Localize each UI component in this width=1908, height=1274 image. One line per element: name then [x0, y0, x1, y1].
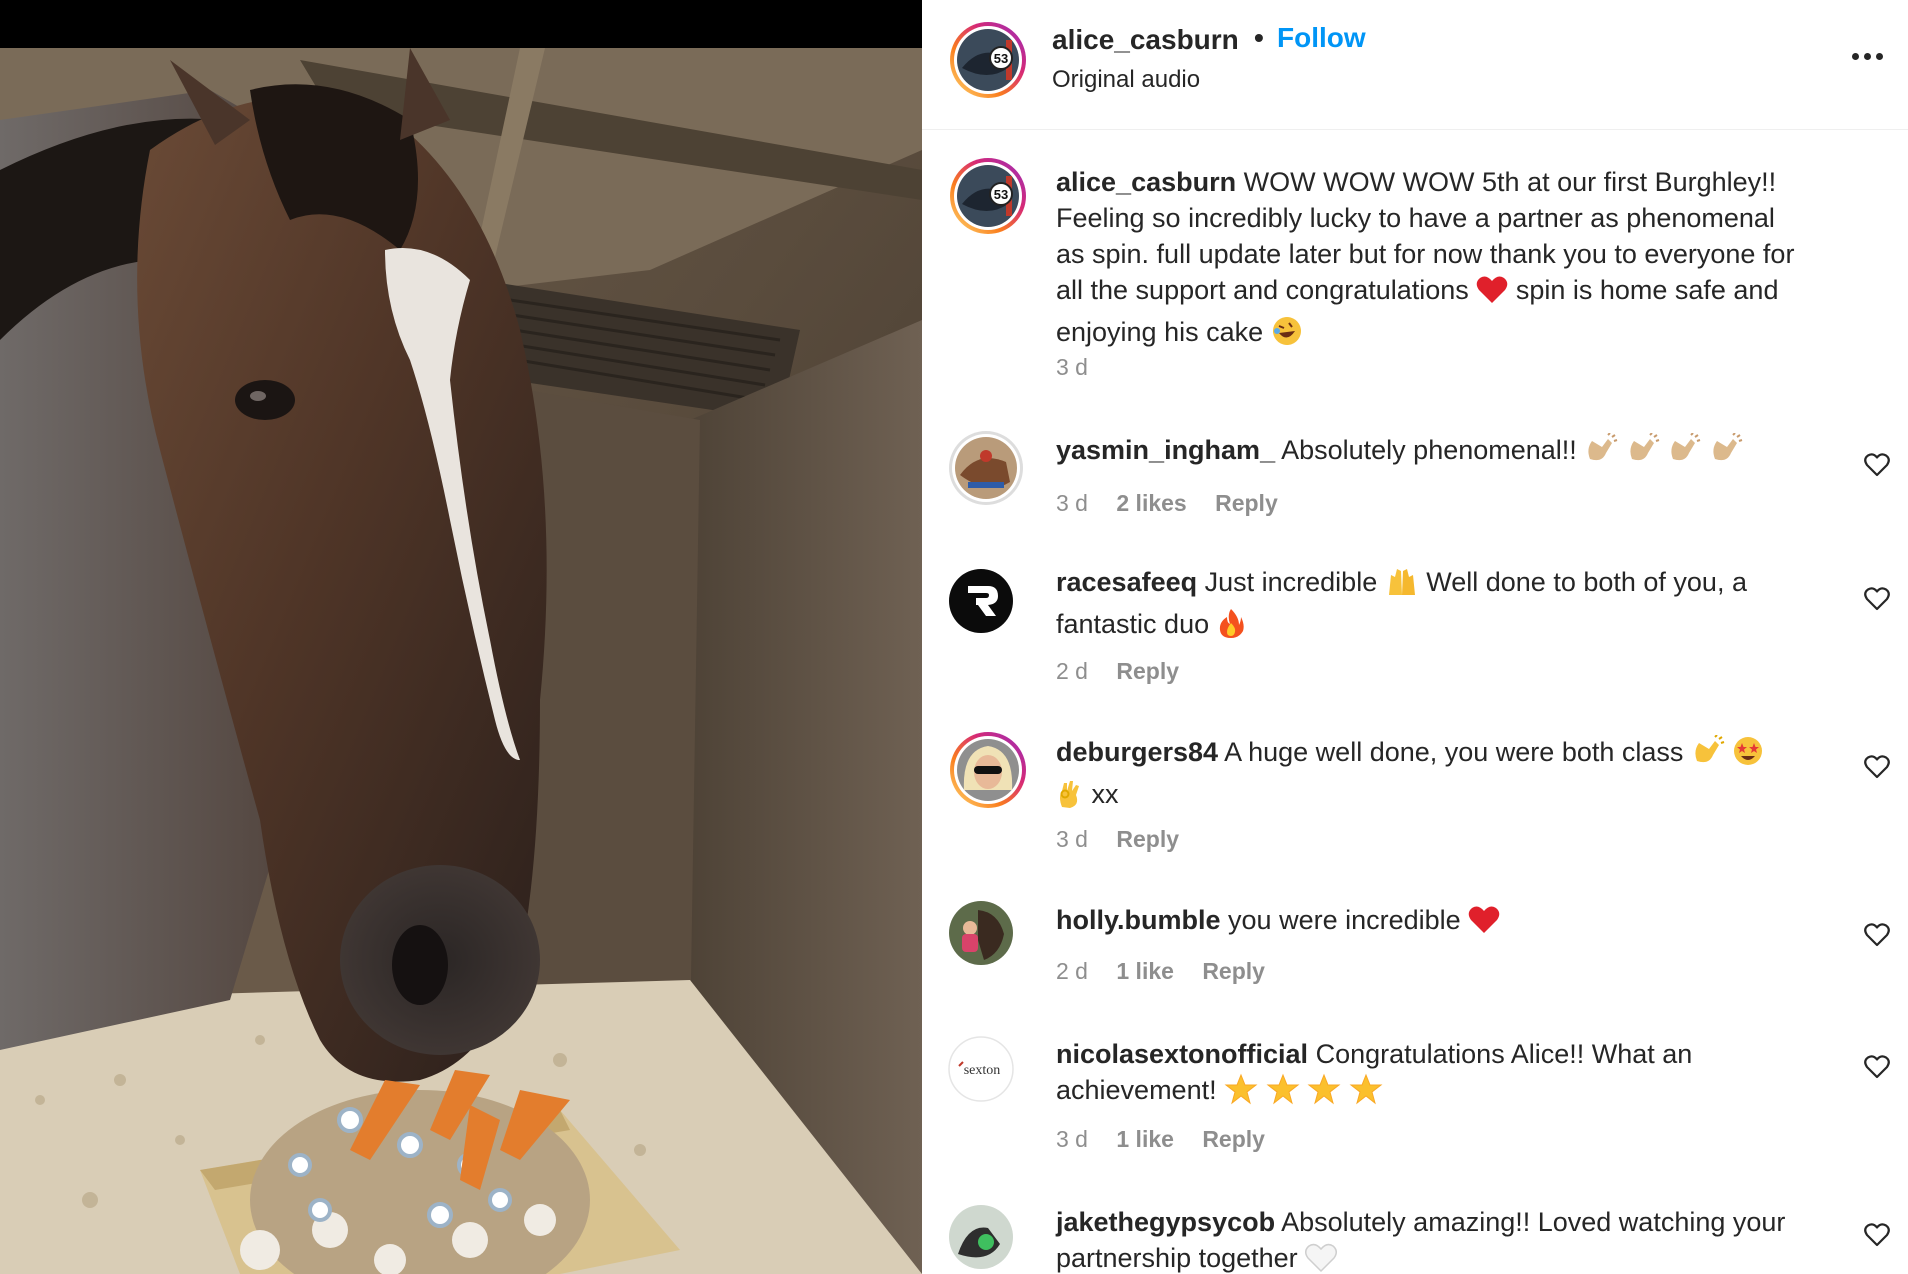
comment-text: jakethegypsycob Absolutely amazing!! Lov…	[1056, 1204, 1796, 1274]
clapping-hands-emoji	[1584, 432, 1618, 474]
comment-text: yasmin_ingham_ Absolutely phenomenal!!	[1056, 432, 1796, 474]
comment-body: Absolutely phenomenal!!	[1281, 435, 1577, 465]
avatar-logo-text: sexton	[964, 1063, 1001, 1078]
caption-line-2: Feeling so incredibly lucky to have a pa…	[1056, 203, 1775, 233]
star-struck-emoji	[1732, 735, 1764, 776]
more-options-icon[interactable]	[1848, 44, 1888, 68]
follow-button[interactable]: Follow	[1277, 22, 1366, 54]
comment-meta: 3 d Reply	[1056, 826, 1201, 853]
author-username[interactable]: alice_casburn	[1052, 24, 1239, 56]
commenter-avatar[interactable]: sexton	[948, 1036, 1014, 1107]
caption-line-5: enjoying his cake	[1056, 317, 1264, 347]
heart-icon[interactable]	[1864, 1222, 1890, 1248]
caption-line-4a: all the support and congratulations	[1056, 275, 1469, 305]
commenter-avatar[interactable]	[948, 730, 1028, 815]
heart-icon[interactable]	[1864, 754, 1890, 780]
heart-icon[interactable]	[1864, 922, 1890, 948]
heart-icon[interactable]	[1864, 1054, 1890, 1080]
heart-icon[interactable]	[1864, 452, 1890, 478]
comment-meta: 2 d 1 like Reply	[1056, 958, 1287, 985]
author-avatar[interactable]: 53	[948, 20, 1028, 105]
avatar-badge: 53	[994, 51, 1008, 66]
rolling-laughing-emoji	[1271, 315, 1303, 356]
comment-time[interactable]: 3 d	[1056, 826, 1088, 852]
heart-icon[interactable]	[1864, 586, 1890, 612]
red-heart-emoji	[1468, 905, 1500, 944]
fire-emoji	[1217, 607, 1245, 648]
comment-time[interactable]: 2 d	[1056, 658, 1088, 684]
comment-time[interactable]: 2 d	[1056, 958, 1088, 984]
reply-button[interactable]: Reply	[1116, 658, 1179, 684]
comment-likes[interactable]: 1 like	[1116, 958, 1174, 984]
comment-likes[interactable]: 1 like	[1116, 1126, 1174, 1152]
separator-dot: •	[1254, 22, 1264, 53]
comment-username[interactable]: holly.bumble	[1056, 905, 1221, 935]
comment-time[interactable]: 3 d	[1056, 1126, 1088, 1152]
caption-line-4b: spin is home safe and	[1515, 275, 1779, 305]
comment-meta: 3 d 1 like Reply	[1056, 1126, 1287, 1153]
comment-body: you were incredible	[1228, 905, 1461, 935]
comments-panel: 53 alice_casburn • Follow Original audio…	[922, 0, 1908, 1274]
comment-username[interactable]: deburgers84	[1056, 737, 1218, 767]
comment-body-2: fantastic duo	[1056, 609, 1210, 639]
reply-button[interactable]: Reply	[1202, 958, 1265, 984]
comment-text: nicolasextonofficial Congratulations Ali…	[1056, 1036, 1796, 1114]
white-heart-emoji	[1305, 1243, 1338, 1274]
comment-body-1: Congratulations Alice!! What an	[1315, 1039, 1693, 1069]
clapping-hands-emoji	[1667, 432, 1701, 474]
raising-hands-emoji	[1385, 565, 1419, 606]
comment-body-1: A huge well done, you were both class	[1224, 737, 1684, 767]
star-emoji	[1224, 1073, 1258, 1114]
comment-body-1a: Just incredible	[1204, 567, 1378, 597]
post-header: 53 alice_casburn • Follow Original audio	[922, 0, 1908, 130]
reply-button[interactable]: Reply	[1215, 490, 1278, 516]
reply-button[interactable]: Reply	[1202, 1126, 1265, 1152]
clapping-hands-emoji	[1691, 734, 1725, 776]
commenter-avatar[interactable]	[948, 900, 1014, 971]
comment-username[interactable]: yasmin_ingham_	[1056, 435, 1275, 465]
commenter-avatar[interactable]	[948, 568, 1014, 639]
commenter-avatar[interactable]	[948, 430, 1024, 511]
red-heart-emoji	[1476, 275, 1508, 314]
comment-text: deburgers84 A huge well done, you were b…	[1056, 734, 1796, 818]
caption-line-3: as spin. full update later but for now t…	[1056, 239, 1795, 269]
comment-time[interactable]: 3 d	[1056, 490, 1088, 516]
ok-hand-emoji	[1056, 777, 1084, 818]
star-emoji	[1349, 1073, 1383, 1114]
audio-label[interactable]: Original audio	[1052, 66, 1200, 94]
comment-body-2: partnership together	[1056, 1243, 1298, 1273]
caption-avatar-badge: 53	[994, 187, 1008, 202]
comment-body-1b: Well done to both of you, a	[1426, 567, 1747, 597]
caption-meta: 3 d	[1056, 354, 1110, 381]
caption-author-avatar[interactable]: 53	[948, 156, 1028, 241]
comment-username[interactable]: racesafeeq	[1056, 567, 1197, 597]
comment-body-1: Absolutely amazing!! Loved watching your	[1281, 1207, 1786, 1237]
comment-text: holly.bumble you were incredible	[1056, 902, 1796, 944]
caption-line-1: WOW WOW WOW 5th at our first Burghley!!	[1243, 167, 1777, 197]
clapping-hands-emoji	[1709, 432, 1743, 474]
comment-username[interactable]: jakethegypsycob	[1056, 1207, 1275, 1237]
comment-username[interactable]: nicolasextonofficial	[1056, 1039, 1308, 1069]
commenter-avatar[interactable]	[948, 1204, 1014, 1274]
comment-meta: 3 d 2 likes Reply	[1056, 490, 1300, 517]
comment-likes[interactable]: 2 likes	[1116, 490, 1186, 516]
star-emoji	[1307, 1073, 1341, 1114]
caption-text: alice_casburn WOW WOW WOW 5th at our fir…	[1056, 164, 1876, 356]
caption-username[interactable]: alice_casburn	[1056, 167, 1236, 197]
comment-meta: 2 d Reply	[1056, 658, 1201, 685]
star-emoji	[1266, 1073, 1300, 1114]
post-media[interactable]	[0, 0, 922, 1274]
horse-video-frame	[0, 0, 922, 1274]
comment-text: racesafeeq Just incredible Well done to …	[1056, 564, 1796, 648]
clapping-hands-emoji	[1626, 432, 1660, 474]
reply-button[interactable]: Reply	[1116, 826, 1179, 852]
comment-body-2: achievement!	[1056, 1075, 1217, 1105]
caption-time[interactable]: 3 d	[1056, 354, 1088, 380]
comment-body-2: xx	[1091, 779, 1119, 809]
